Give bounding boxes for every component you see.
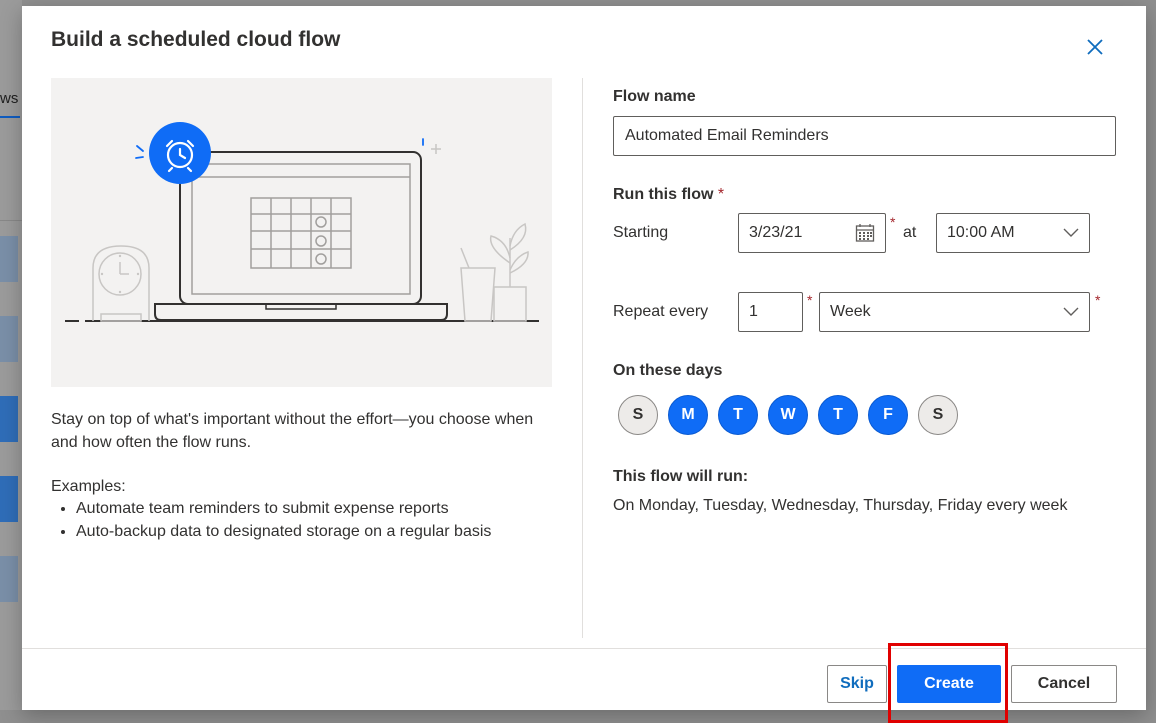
cancel-button[interactable]: Cancel [1011,665,1117,703]
close-icon [1087,39,1103,55]
flow-name-input[interactable] [613,116,1116,156]
chevron-down-icon [1063,228,1079,238]
footer-divider [22,648,1146,649]
start-date-value: 3/23/21 [749,224,803,241]
skip-button[interactable]: Skip [827,665,887,703]
days-label: On these days [613,362,723,379]
create-button[interactable]: Create [897,665,1001,703]
background-tile [0,476,18,522]
required-mark: * [1095,292,1101,308]
flow-illustration [51,78,552,387]
close-button[interactable] [1084,36,1106,58]
scheduled-flow-dialog: Build a scheduled cloud flow Stay on top… [22,6,1146,723]
background-tile [0,236,18,282]
day-monday[interactable]: M [668,395,708,435]
background-tile [0,556,18,602]
laptop-calendar-illustration [65,122,539,322]
example-item: Auto-backup data to designated storage o… [76,520,491,543]
day-friday[interactable]: F [868,395,908,435]
day-tuesday[interactable]: T [718,395,758,435]
panel-divider [582,78,583,638]
repeat-interval-input[interactable]: 1 [738,292,803,332]
starting-label: Starting [613,224,669,241]
day-thursday[interactable]: T [818,395,858,435]
day-wednesday[interactable]: W [768,395,808,435]
dialog-title: Build a scheduled cloud flow [51,28,341,51]
repeat-unit-value: Week [830,303,871,320]
chevron-down-icon [1063,307,1079,317]
required-mark: * [807,292,813,308]
run-flow-label: Run this flow * [613,186,724,204]
start-time-dropdown[interactable]: 10:00 AM [936,213,1090,253]
required-mark: * [717,186,725,203]
repeat-label: Repeat every [613,303,709,320]
examples-list: Automate team reminders to submit expens… [51,497,491,543]
flow-name-label: Flow name [613,88,696,105]
calendar-icon [855,223,875,243]
background-divider [0,220,22,221]
summary-label: This flow will run: [613,468,749,485]
background-tab-underline [0,116,20,118]
day-saturday[interactable]: S [918,395,958,435]
dialog-description: Stay on top of what's important without … [51,411,534,451]
day-selector: S M T W T F S [618,395,958,435]
summary-text: On Monday, Tuesday, Wednesday, Thursday,… [613,497,1068,514]
run-flow-label-text: Run this flow [613,186,714,203]
background-tile [0,396,18,442]
day-sunday[interactable]: S [618,395,658,435]
start-time-value: 10:00 AM [947,224,1015,241]
example-item: Automate team reminders to submit expens… [76,497,491,520]
start-date-picker[interactable]: 3/23/21 [738,213,886,253]
background-tile [0,316,18,362]
required-mark: * [890,214,896,230]
examples-label: Examples: [51,478,126,495]
at-label: at [903,224,917,241]
repeat-interval-value: 1 [749,303,758,320]
background-app: ws [0,0,22,710]
repeat-unit-dropdown[interactable]: Week [819,292,1090,332]
background-tab-label: ws [0,90,19,107]
